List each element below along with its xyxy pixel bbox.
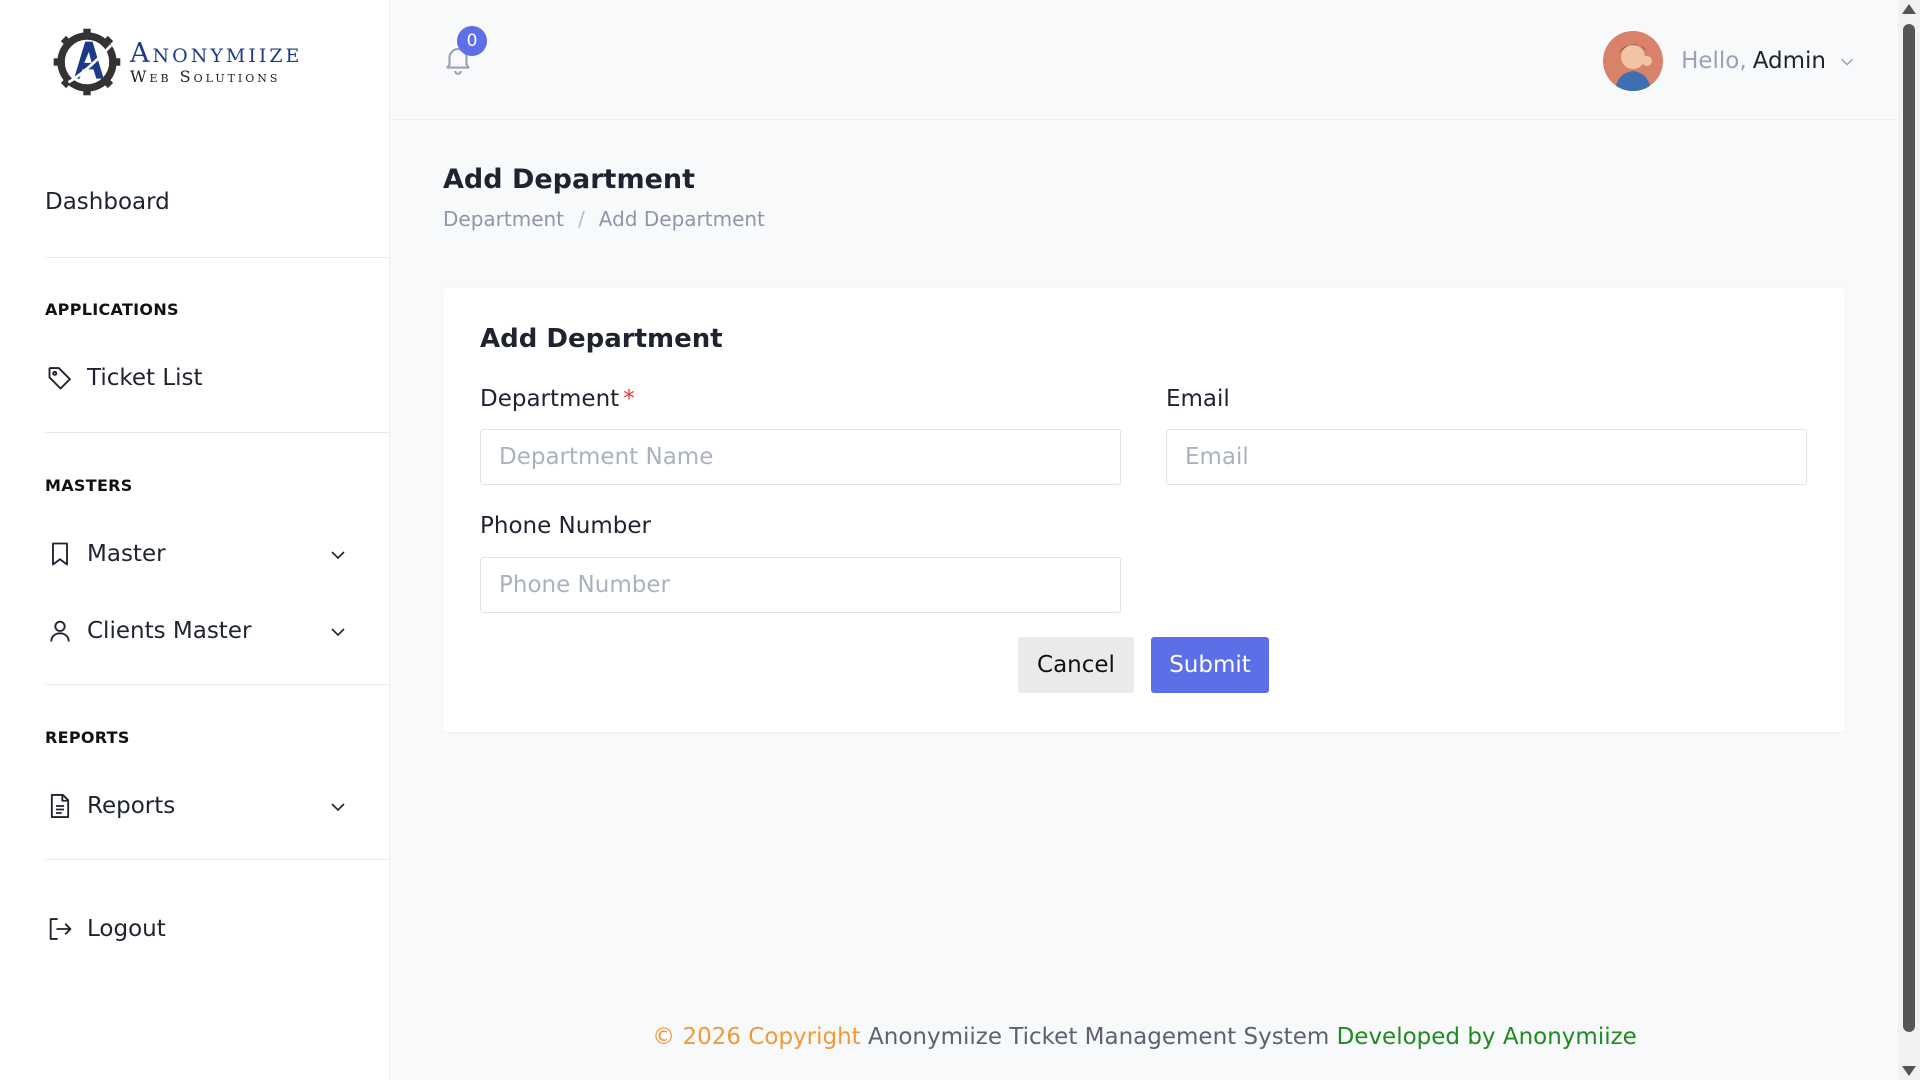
brand-name: Anonymiize <box>130 37 303 69</box>
chevron-down-icon <box>1840 58 1854 66</box>
bookmark-icon <box>45 539 75 569</box>
user-icon <box>45 616 75 646</box>
sidebar-item-label: Dashboard <box>45 189 170 215</box>
chevron-down-icon <box>331 803 345 812</box>
sidebar-item-label: Reports <box>87 793 176 819</box>
chevron-down-icon <box>331 551 345 560</box>
breadcrumb-separator: / <box>578 207 585 231</box>
page-title: Add Department <box>443 164 696 195</box>
sidebar-divider <box>45 859 390 860</box>
notification-count-badge: 0 <box>457 26 487 56</box>
submit-button[interactable]: Submit <box>1151 637 1269 693</box>
sidebar: Anonymiize Web Solutions Dashboard APPLI… <box>0 0 390 1080</box>
scroll-down-arrow-icon[interactable] <box>1902 1066 1916 1076</box>
breadcrumb-link-department[interactable]: Department <box>443 207 564 231</box>
sidebar-item-logout[interactable]: Logout <box>45 909 350 949</box>
footer-copyright: © 2026 Copyright <box>652 1024 861 1050</box>
sidebar-divider <box>45 684 390 685</box>
section-title-reports: REPORTS <box>45 728 130 747</box>
greeting-text: Hello, <box>1681 48 1747 74</box>
sidebar-item-ticket-list[interactable]: Ticket List <box>45 358 350 398</box>
breadcrumb: Department / Add Department <box>443 207 765 231</box>
user-name: Admin <box>1752 48 1826 74</box>
breadcrumb-current: Add Department <box>598 207 765 231</box>
sidebar-divider <box>45 257 390 258</box>
logout-icon <box>45 914 75 944</box>
department-name-input[interactable] <box>480 429 1121 485</box>
sidebar-item-clients-master[interactable]: Clients Master <box>45 611 350 651</box>
sidebar-item-reports[interactable]: Reports <box>45 786 350 826</box>
footer-system-name: Anonymiize Ticket Management System <box>868 1024 1330 1050</box>
department-label-text: Department <box>480 386 620 412</box>
department-label: Department * <box>480 386 635 412</box>
document-icon <box>45 791 75 821</box>
phone-number-label: Phone Number <box>480 513 651 539</box>
section-title-applications: APPLICATIONS <box>45 300 179 319</box>
email-input[interactable] <box>1166 429 1807 485</box>
required-mark: * <box>623 386 635 412</box>
sidebar-item-label: Master <box>87 541 166 567</box>
user-menu[interactable]: Hello, Admin <box>1603 30 1858 92</box>
sidebar-item-master[interactable]: Master <box>45 534 350 574</box>
section-title-masters: MASTERS <box>45 476 133 495</box>
sidebar-item-dashboard[interactable]: Dashboard <box>45 182 350 222</box>
avatar <box>1603 31 1664 91</box>
chevron-down-icon <box>331 628 345 637</box>
top-bar: 0 Hello, Admin <box>391 0 1898 120</box>
scrollbar-thumb[interactable] <box>1903 24 1915 1032</box>
email-label: Email <box>1166 386 1230 412</box>
cancel-button[interactable]: Cancel <box>1018 637 1134 693</box>
brand-logo[interactable]: Anonymiize Web Solutions <box>50 24 350 100</box>
phone-number-input[interactable] <box>480 557 1121 613</box>
tag-icon <box>45 363 75 393</box>
form-title: Add Department <box>480 324 723 354</box>
sidebar-divider <box>45 432 390 433</box>
vertical-scrollbar[interactable] <box>1898 0 1920 1080</box>
footer: © 2026 Copyright Anonymiize Ticket Manag… <box>391 1024 1898 1050</box>
sidebar-item-label: Logout <box>87 916 166 942</box>
footer-developed-by[interactable]: Developed by Anonymiize <box>1337 1024 1637 1050</box>
gear-logo-icon <box>53 28 121 96</box>
brand-subtitle: Web Solutions <box>130 66 281 86</box>
sidebar-item-label: Clients Master <box>87 618 252 644</box>
sidebar-item-label: Ticket List <box>87 365 203 391</box>
scroll-up-arrow-icon[interactable] <box>1902 4 1916 14</box>
add-department-card: Add Department Department* Email Phone N… <box>443 288 1845 732</box>
